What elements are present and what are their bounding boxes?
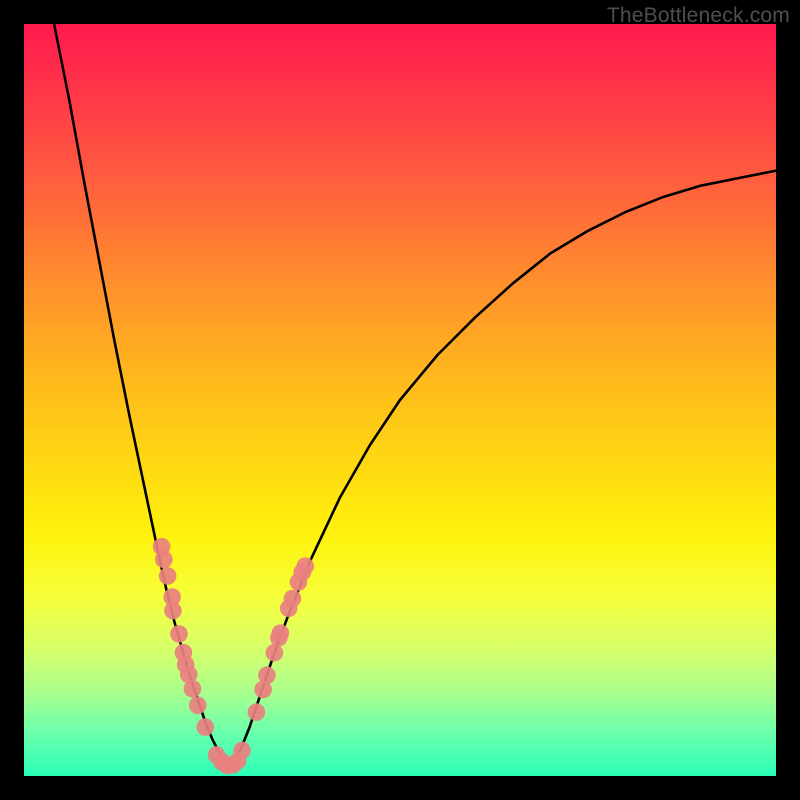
scatter-point	[170, 625, 188, 643]
plot-outer	[24, 24, 776, 776]
scatter-point	[196, 718, 214, 736]
scatter-point	[272, 624, 290, 642]
scatter-point	[266, 644, 284, 662]
scatter-point	[159, 567, 177, 585]
curve-curve-right	[227, 171, 776, 765]
scatter-point	[284, 590, 302, 608]
watermark-text: TheBottleneck.com	[607, 4, 790, 28]
chart-svg	[24, 24, 776, 776]
curve-lines	[54, 24, 776, 765]
scatter-point	[248, 703, 266, 721]
scatter-point	[258, 666, 276, 684]
scatter-point	[189, 697, 207, 715]
scatter-point	[164, 602, 182, 620]
scatter-point	[155, 551, 173, 569]
curve-curve-left	[54, 24, 227, 765]
plot-area	[24, 24, 776, 776]
scatter-point	[233, 742, 251, 760]
scatter-point	[296, 557, 314, 575]
scatter-points	[153, 538, 314, 774]
scatter-point	[184, 680, 202, 698]
chart-frame: TheBottleneck.com	[0, 0, 800, 800]
